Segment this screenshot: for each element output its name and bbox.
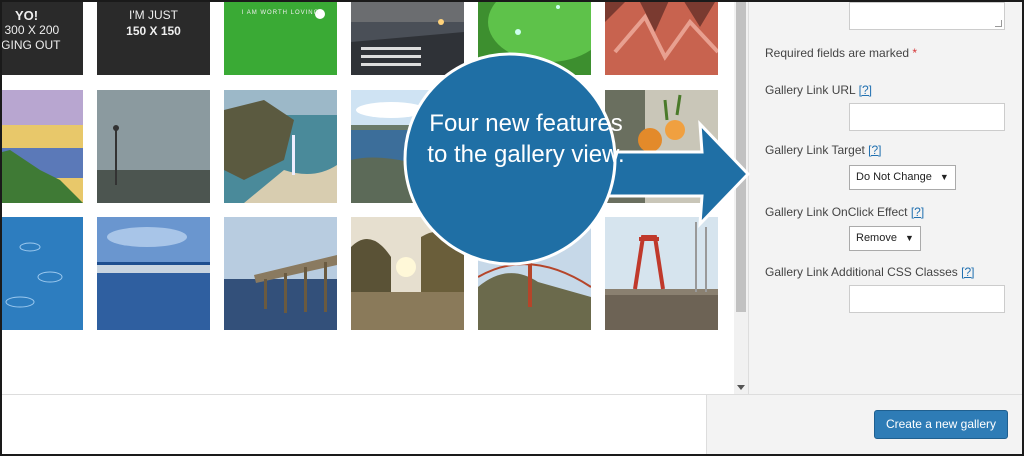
- thumb-text-line: 150 X 150: [126, 24, 181, 38]
- gallery-link-css-input[interactable]: [849, 285, 1005, 313]
- gallery-link-target-value: Do Not Change: [856, 171, 932, 183]
- media-modal: YO! A 300 X 200 NGING OUT I'M JUST 150 X…: [0, 0, 1024, 456]
- gallery-link-target-label: Gallery Link Target [?]: [765, 143, 882, 157]
- gallery-link-target-text: Gallery Link Target: [765, 143, 865, 157]
- gallery-link-onclick-value: Remove: [856, 232, 897, 244]
- gallery-link-onclick-help-link[interactable]: [?]: [911, 205, 924, 219]
- thumb-red-coral[interactable]: [605, 2, 718, 75]
- required-asterisk: *: [912, 46, 918, 60]
- grid-scrollbar[interactable]: [734, 2, 748, 394]
- gallery-link-target-help-link[interactable]: [?]: [868, 143, 881, 157]
- required-fields-text: Required fields are marked: [765, 46, 910, 60]
- gallery-link-onclick-label: Gallery Link OnClick Effect [?]: [765, 205, 924, 219]
- attachment-grid: YO! A 300 X 200 NGING OUT I'M JUST 150 X…: [2, 2, 734, 394]
- toolbar-secondary: [2, 395, 707, 454]
- chevron-down-icon: ▼: [904, 233, 914, 243]
- gallery-link-url-text: Gallery Link URL: [765, 83, 856, 97]
- thumb-golden-gate[interactable]: [478, 217, 591, 330]
- gallery-link-css-help-link[interactable]: [?]: [961, 265, 974, 279]
- thumb-text-line: NGING OUT: [2, 38, 61, 52]
- thumb-worth-loving[interactable]: I AM WORTH LOVING: [224, 2, 337, 75]
- scrollbar-thumb[interactable]: [736, 2, 746, 312]
- caption-textarea[interactable]: [849, 2, 1005, 30]
- thumb-rocky-cove[interactable]: [224, 90, 337, 203]
- gallery-link-target-select[interactable]: Do Not Change ▼: [849, 165, 956, 190]
- gallery-link-url-help-link[interactable]: [?]: [859, 83, 872, 97]
- thumb-green-leaf[interactable]: [478, 2, 591, 75]
- thumb-150x150[interactable]: I'M JUST 150 X 150: [97, 2, 210, 75]
- required-fields-note: Required fields are marked *: [765, 46, 917, 60]
- scroll-down-arrow-icon[interactable]: [737, 385, 745, 390]
- gallery-link-onclick-select[interactable]: Remove ▼: [849, 226, 921, 251]
- gallery-link-css-text: Gallery Link Additional CSS Classes: [765, 265, 958, 279]
- chevron-down-icon: ▼: [939, 172, 949, 182]
- gallery-link-url-label: Gallery Link URL [?]: [765, 83, 872, 97]
- thumb-forest-sun[interactable]: [351, 217, 464, 330]
- gallery-link-onclick-text: Gallery Link OnClick Effect: [765, 205, 908, 219]
- create-gallery-button[interactable]: Create a new gallery: [873, 410, 1008, 439]
- thumb-text-line: I'M JUST: [129, 8, 178, 22]
- media-toolbar: Create a new gallery: [2, 394, 1022, 454]
- gallery-link-css-label: Gallery Link Additional CSS Classes [?]: [765, 265, 974, 279]
- thumb-wooden-pier[interactable]: [224, 217, 337, 330]
- callout-text: Four new features to the gallery view.: [427, 110, 625, 168]
- thumb-coast-sunset[interactable]: [2, 90, 83, 203]
- gallery-link-url-input[interactable]: [849, 103, 1005, 131]
- thumb-text-line: A 300 X 200: [2, 23, 60, 37]
- thumb-text-line: I AM WORTH LOVING: [241, 10, 320, 16]
- thumb-harbor[interactable]: [97, 217, 210, 330]
- thumb-foggy-lamp[interactable]: [97, 90, 210, 203]
- thumb-rain-water[interactable]: [2, 217, 83, 330]
- thumb-300x200[interactable]: YO! A 300 X 200 NGING OUT: [2, 2, 83, 75]
- thumb-text-line: YO!: [14, 8, 39, 23]
- attachment-details-sidebar: Required fields are marked * Gallery Lin…: [748, 2, 1022, 394]
- thumb-red-tower[interactable]: [605, 217, 718, 330]
- thumb-street-night[interactable]: [351, 2, 464, 75]
